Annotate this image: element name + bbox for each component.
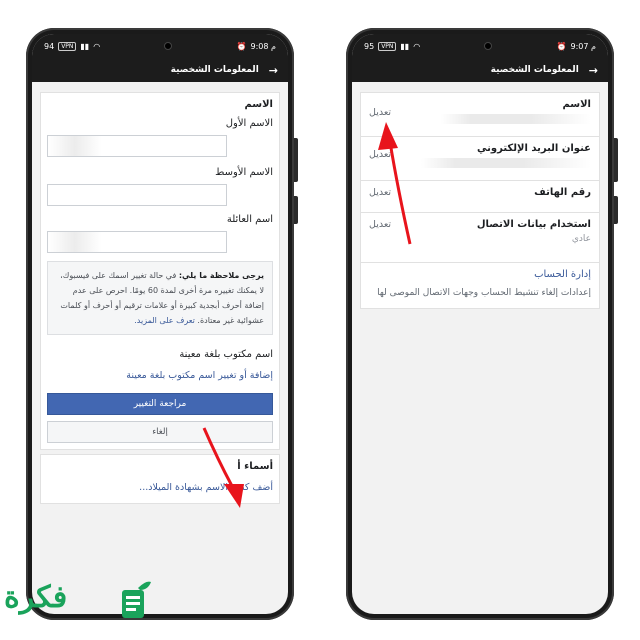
logo-text: فكرة xyxy=(4,580,68,615)
arrow-annotation-right xyxy=(378,122,412,245)
site-logo: فكرة xyxy=(0,578,155,634)
leaf-book-icon xyxy=(122,581,151,618)
